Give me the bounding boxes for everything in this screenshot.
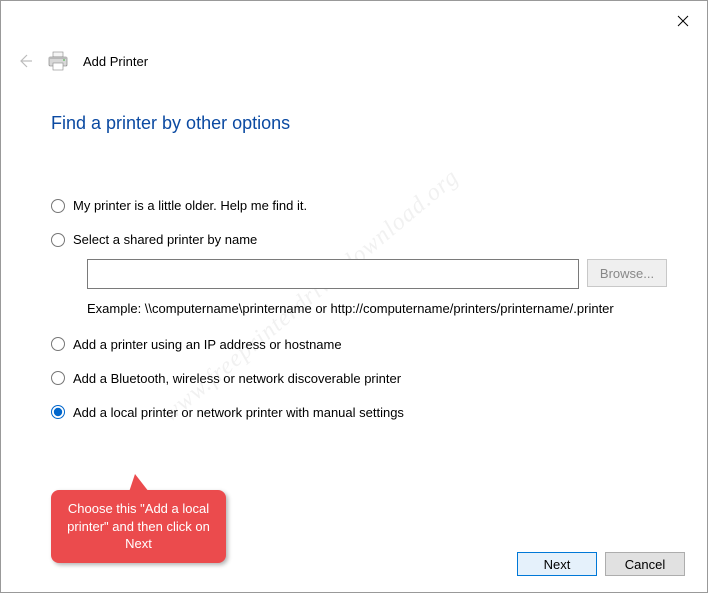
radio-older-printer-label: My printer is a little older. Help me fi… [73,198,307,213]
radio-bluetooth[interactable] [51,371,65,385]
shared-printer-name-input[interactable] [87,259,579,289]
browse-button: Browse... [587,259,667,287]
example-text: Example: \\computername\printername or h… [87,299,667,319]
radio-local-printer-label: Add a local printer or network printer w… [73,405,404,420]
radio-shared-printer[interactable] [51,233,65,247]
page-heading: Find a printer by other options [51,113,290,134]
radio-ip-address-label: Add a printer using an IP address or hos… [73,337,342,352]
annotation-callout-text: Choose this "Add a local printer" and th… [67,501,210,551]
back-arrow-icon[interactable] [17,53,33,69]
radio-local-printer[interactable] [51,405,65,419]
next-button[interactable]: Next [517,552,597,576]
close-icon [677,15,689,27]
radio-ip-address[interactable] [51,337,65,351]
annotation-callout: Choose this "Add a local printer" and th… [51,490,226,563]
cancel-button[interactable]: Cancel [605,552,685,576]
close-button[interactable] [673,11,693,31]
radio-older-printer[interactable] [51,199,65,213]
window-title: Add Printer [83,54,148,69]
radio-shared-printer-label: Select a shared printer by name [73,232,257,247]
printer-icon [47,51,69,71]
radio-bluetooth-label: Add a Bluetooth, wireless or network dis… [73,371,401,386]
